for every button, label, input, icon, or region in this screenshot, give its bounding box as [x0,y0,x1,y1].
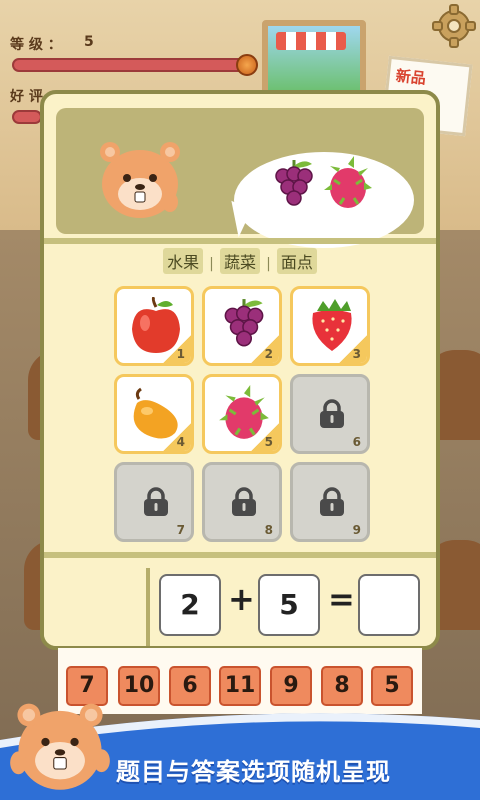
plus-sign: + [228,580,255,618]
item-cell-grape[interactable]: 2 [202,286,282,366]
rating-bar [12,110,42,124]
lock-icon [232,487,256,516]
item-number: 9 [352,523,361,537]
level-progress-bar [12,58,248,72]
tab-separator: | [266,256,271,272]
banner-caption: 题目与答案选项随机呈现 [116,758,391,786]
settings-gear-icon[interactable] [432,4,476,48]
dragonfruit-icon [324,156,372,208]
item-cell-locked[interactable]: 6 [290,374,370,454]
item-cell-dragonfruit[interactable]: 5 [202,374,282,454]
item-cell-mango[interactable]: 4 [114,374,194,454]
item-number: 6 [352,435,361,449]
equals-sign: = [328,580,355,618]
item-cell-apple[interactable]: 1 [114,286,194,366]
item-cell-locked[interactable]: 9 [290,462,370,542]
lock-icon [144,487,168,516]
answer-box[interactable] [358,574,420,636]
level-value: 5 [84,34,94,50]
item-cell-locked[interactable]: 7 [114,462,194,542]
item-number: 1 [176,347,185,361]
grape-icon [275,160,313,206]
lock-icon [320,399,344,428]
hamster-mascot [10,703,110,790]
operand-a-box: 2 [159,574,221,636]
operand-b-box: 5 [258,574,320,636]
panel-divider [44,238,436,244]
item-number: 7 [176,523,185,537]
poster-label: 新品 [395,66,427,88]
equation-divider [146,568,150,646]
item-cell-strawberry[interactable]: 3 [290,286,370,366]
item-number: 2 [264,347,273,361]
lock-icon [320,487,344,516]
tab-separator: | [209,256,214,272]
tab-pastry[interactable]: 面点 [276,248,317,274]
level-label: 等 级 ： [10,37,62,53]
equation-area: 2 + 5 = [44,552,436,646]
rating-label: 好 评 [10,89,43,105]
customer-area [56,108,424,248]
tab-fruit[interactable]: 水果 [163,248,204,274]
hamster-customer [100,142,180,218]
order-panel: 水果 | 蔬菜 | 面点 1 2 3 4 5 6 7 8 9 2 + 5 = [40,90,440,650]
tab-vegetable[interactable]: 蔬菜 [219,248,260,274]
item-cell-locked[interactable]: 8 [202,462,282,542]
category-tabs: 水果 | 蔬菜 | 面点 [44,248,436,274]
shop-window [262,20,366,100]
item-number: 3 [352,347,361,361]
item-number: 5 [264,435,273,449]
level-progress-knob [236,54,258,76]
item-number: 8 [264,523,273,537]
item-number: 4 [176,435,185,449]
